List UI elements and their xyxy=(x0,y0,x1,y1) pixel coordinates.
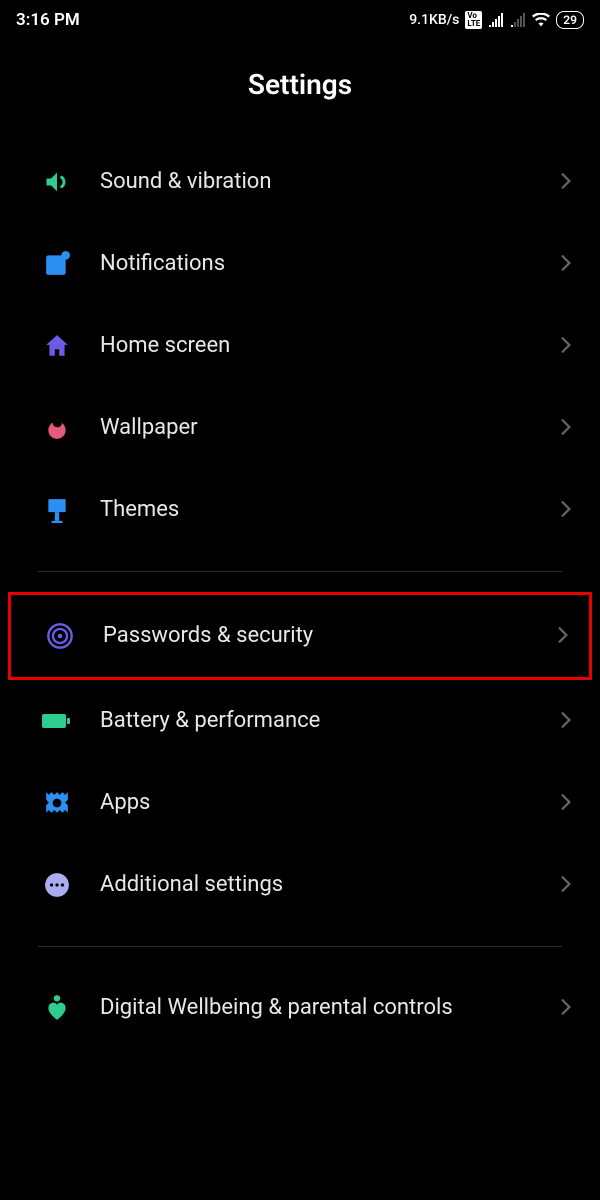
signal-full-icon xyxy=(488,13,504,27)
signal-weak-icon xyxy=(510,13,526,27)
settings-item-themes[interactable]: Themes xyxy=(0,469,600,551)
network-speed: 9.1KB/s xyxy=(409,12,459,28)
item-label: Themes xyxy=(100,496,560,525)
chevron-right-icon xyxy=(560,793,580,813)
battery-icon: 29 xyxy=(556,11,584,29)
chevron-right-icon xyxy=(560,875,580,895)
chevron-right-icon xyxy=(560,336,580,356)
status-right: 9.1KB/s VoLTE 29 xyxy=(409,11,584,29)
settings-item-wellbeing[interactable]: Digital Wellbeing & parental controls xyxy=(0,967,600,1049)
item-label: Passwords & security xyxy=(103,622,557,651)
settings-item-wallpaper[interactable]: Wallpaper xyxy=(0,387,600,469)
status-time: 3:16 PM xyxy=(16,10,80,30)
chevron-right-icon xyxy=(560,500,580,520)
more-icon xyxy=(42,870,72,900)
settings-item-sound[interactable]: Sound & vibration xyxy=(0,141,600,223)
chevron-right-icon xyxy=(560,172,580,192)
wallpaper-icon xyxy=(42,413,72,443)
wellbeing-icon xyxy=(42,993,72,1023)
chevron-right-icon xyxy=(560,998,580,1018)
chevron-right-icon xyxy=(560,254,580,274)
chevron-right-icon xyxy=(560,711,580,731)
notifications-icon xyxy=(42,249,72,279)
divider xyxy=(38,946,562,947)
divider xyxy=(38,571,562,572)
item-label: Notifications xyxy=(100,250,560,279)
item-label: Wallpaper xyxy=(100,414,560,443)
settings-item-apps[interactable]: Apps xyxy=(0,762,600,844)
settings-item-notifications[interactable]: Notifications xyxy=(0,223,600,305)
home-icon xyxy=(42,331,72,361)
item-label: Additional settings xyxy=(100,871,560,900)
item-label: Battery & performance xyxy=(100,707,560,736)
settings-item-additional[interactable]: Additional settings xyxy=(0,844,600,926)
volte-icon: VoLTE xyxy=(465,11,482,29)
wifi-icon xyxy=(532,13,550,27)
battery-icon xyxy=(42,706,72,736)
settings-list: Sound & vibration Notifications Home scr… xyxy=(0,141,600,1049)
settings-item-passwords[interactable]: Passwords & security xyxy=(8,592,592,680)
themes-icon xyxy=(42,495,72,525)
apps-icon xyxy=(42,788,72,818)
fingerprint-icon xyxy=(45,621,75,651)
chevron-right-icon xyxy=(557,626,577,646)
settings-item-home[interactable]: Home screen xyxy=(0,305,600,387)
sound-icon xyxy=(42,167,72,197)
item-label: Home screen xyxy=(100,332,560,361)
page-title: Settings xyxy=(0,38,600,141)
item-label: Digital Wellbeing & parental controls xyxy=(100,994,560,1023)
settings-item-battery[interactable]: Battery & performance xyxy=(0,680,600,762)
item-label: Sound & vibration xyxy=(100,168,560,197)
chevron-right-icon xyxy=(560,418,580,438)
status-bar: 3:16 PM 9.1KB/s VoLTE 29 xyxy=(0,0,600,38)
item-label: Apps xyxy=(100,789,560,818)
